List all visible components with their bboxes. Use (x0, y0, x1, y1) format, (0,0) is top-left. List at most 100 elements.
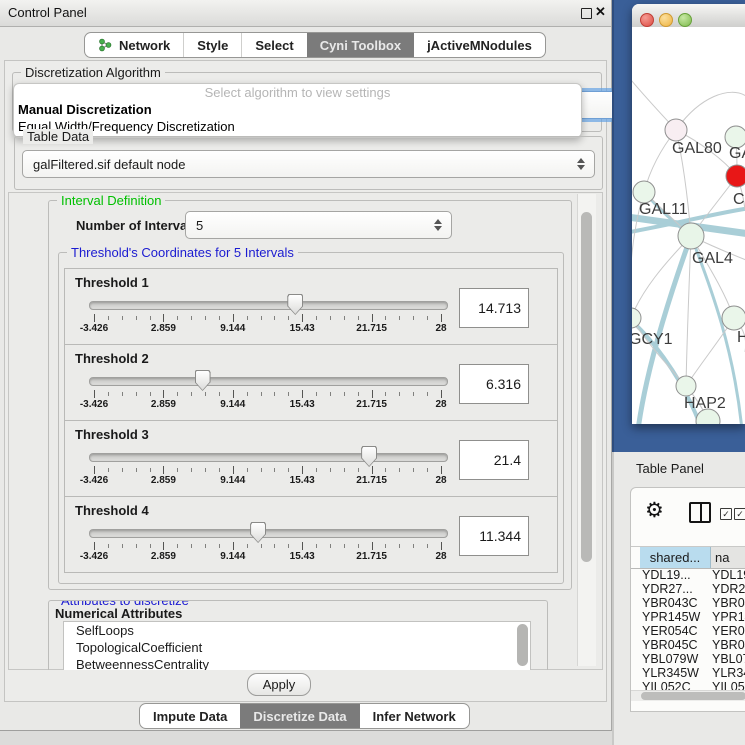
column-header-name[interactable]: na (711, 547, 745, 568)
list-scrollbar-thumb[interactable] (517, 624, 528, 666)
table-row[interactable]: YBL079WYBL079W (631, 652, 745, 666)
tab-infer-network[interactable]: Infer Network (360, 704, 469, 728)
threshold-slider[interactable] (89, 529, 448, 538)
network-edge[interactable] (632, 66, 676, 130)
cell-name[interactable]: YER054C (712, 624, 745, 638)
tick-label: 15.43 (290, 475, 315, 486)
cell-shared-name[interactable]: YER054C (642, 624, 709, 638)
scrollbar-thumb[interactable] (641, 692, 745, 700)
cell-name[interactable]: YPR145W (712, 610, 745, 624)
table-row[interactable]: YBR045CYBR045C (631, 638, 745, 652)
network-node[interactable] (633, 181, 655, 203)
network-edge[interactable] (691, 236, 734, 318)
table-row[interactable]: YBR043CYBR043C (631, 596, 745, 610)
cell-shared-name[interactable]: YDR27... (642, 582, 709, 596)
tab-cyni-toolbox[interactable]: Cyni Toolbox (307, 33, 414, 57)
network-node[interactable] (632, 308, 641, 328)
select-checkbox-icon[interactable]: ✓ (720, 508, 732, 520)
cell-shared-name[interactable]: YIL052C (642, 680, 709, 690)
threshold-value-field[interactable]: 14.713 (459, 288, 529, 328)
table-row[interactable]: YDR27...YDR27 (631, 582, 745, 596)
slider-tick-labels: -3.4262.8599.14415.4321.71528 (94, 323, 441, 335)
cell-shared-name[interactable]: YPR145W (642, 610, 709, 624)
cell-name[interactable]: YBR043C (712, 596, 745, 610)
table-row[interactable]: YIL052CYIL052C (631, 680, 745, 690)
network-node-label: GAL4 (692, 250, 733, 267)
table-row[interactable]: YLR345WYLR345W (631, 666, 745, 680)
columns-icon[interactable] (689, 502, 711, 523)
table-row[interactable]: YER054CYER054C (631, 624, 745, 638)
network-icon (98, 38, 113, 52)
threshold-slider[interactable] (89, 301, 448, 310)
minimize-traffic-light-icon[interactable] (659, 13, 673, 27)
cell-name[interactable]: YBR045C (712, 638, 745, 652)
column-header-shared-name[interactable]: shared... (640, 547, 711, 568)
network-node[interactable] (676, 376, 696, 396)
attribute-item[interactable]: SelfLoops (64, 622, 530, 639)
tab-discretize-data[interactable]: Discretize Data (240, 704, 359, 728)
network-node[interactable] (665, 119, 687, 141)
tick-mark (358, 392, 359, 396)
cell-name[interactable]: YIL052C (712, 680, 745, 690)
slider-thumb[interactable] (287, 294, 303, 315)
tick-mark (163, 390, 164, 398)
close-icon[interactable]: ✕ (595, 4, 606, 20)
threshold-slider[interactable] (89, 453, 448, 462)
threshold-value-field[interactable]: 21.4 (459, 440, 529, 480)
cell-shared-name[interactable]: YDL19... (642, 568, 709, 582)
attribute-item[interactable]: BetweennessCentrality (64, 656, 530, 670)
apply-button[interactable]: Apply (247, 673, 311, 696)
tick-mark (177, 316, 178, 320)
network-graph: GAL80GACGAL11GAL4GCY1HHAP2 (632, 27, 745, 424)
threshold-value-field[interactable]: 11.344 (459, 516, 529, 556)
tick-mark (163, 466, 164, 474)
network-node[interactable] (726, 165, 745, 187)
numerical-attributes-list[interactable]: SelfLoopsTopologicalCoefficientBetweenne… (63, 621, 531, 670)
tab-network[interactable]: Network (85, 33, 183, 57)
scrollbar-thumb[interactable] (581, 212, 592, 562)
network-edge[interactable] (686, 236, 691, 386)
network-edge[interactable] (632, 236, 691, 318)
table-row[interactable]: YDL19...YDL19 (631, 568, 745, 582)
float-window-icon[interactable] (581, 8, 592, 19)
attribute-item[interactable]: TopologicalCoefficient (64, 639, 530, 656)
tab-select[interactable]: Select (241, 33, 306, 57)
tick-mark (274, 468, 275, 472)
cell-name[interactable]: YLR345W (712, 666, 745, 680)
horizontal-scrollbar[interactable] (631, 690, 745, 701)
tab-jactivemnodules-label: jActiveMNodules (427, 38, 532, 53)
tick-mark (441, 314, 442, 322)
dropdown-option-equal-width[interactable]: Equal Width/Frequency Discretization (14, 118, 581, 135)
gear-icon[interactable]: ⚙ (645, 497, 664, 523)
network-canvas[interactable]: GAL80GACGAL11GAL4GCY1HHAP2 (632, 27, 745, 424)
network-edge[interactable] (676, 92, 745, 130)
zoom-traffic-light-icon[interactable] (678, 13, 692, 27)
slider-thumb[interactable] (361, 446, 377, 467)
table-data-combobox[interactable]: galFiltered.sif default node (22, 150, 595, 178)
tick-mark (136, 544, 137, 548)
table-panel-title: Table Panel (636, 461, 704, 476)
cell-name[interactable]: YDL19 (712, 568, 745, 582)
tab-jactivemnodules[interactable]: jActiveMNodules (414, 33, 545, 57)
cell-shared-name[interactable]: YBR045C (642, 638, 709, 652)
cell-shared-name[interactable]: YBL079W (642, 652, 709, 666)
tick-mark (247, 316, 248, 320)
table-row[interactable]: YPR145WYPR145W (631, 610, 745, 624)
number-of-intervals-combobox[interactable]: 5 (185, 211, 452, 239)
cell-shared-name[interactable]: YLR345W (642, 666, 709, 680)
tab-style[interactable]: Style (183, 33, 241, 57)
threshold-slider[interactable] (89, 377, 448, 386)
slider-thumb[interactable] (195, 370, 211, 391)
network-node[interactable] (722, 306, 745, 330)
slider-thumb[interactable] (250, 522, 266, 543)
cell-shared-name[interactable]: YBR043C (642, 596, 709, 610)
vertical-scrollbar[interactable] (577, 194, 596, 666)
dropdown-option-manual[interactable]: Manual Discretization (14, 101, 581, 118)
cell-name[interactable]: YBL079W (712, 652, 745, 666)
threshold-value-field[interactable]: 6.316 (459, 364, 529, 404)
network-node[interactable] (678, 223, 704, 249)
select-checkbox-icon[interactable]: ✓ (734, 508, 745, 520)
cell-name[interactable]: YDR27 (712, 582, 745, 596)
tab-impute-data[interactable]: Impute Data (140, 704, 240, 728)
close-traffic-light-icon[interactable] (640, 13, 654, 27)
